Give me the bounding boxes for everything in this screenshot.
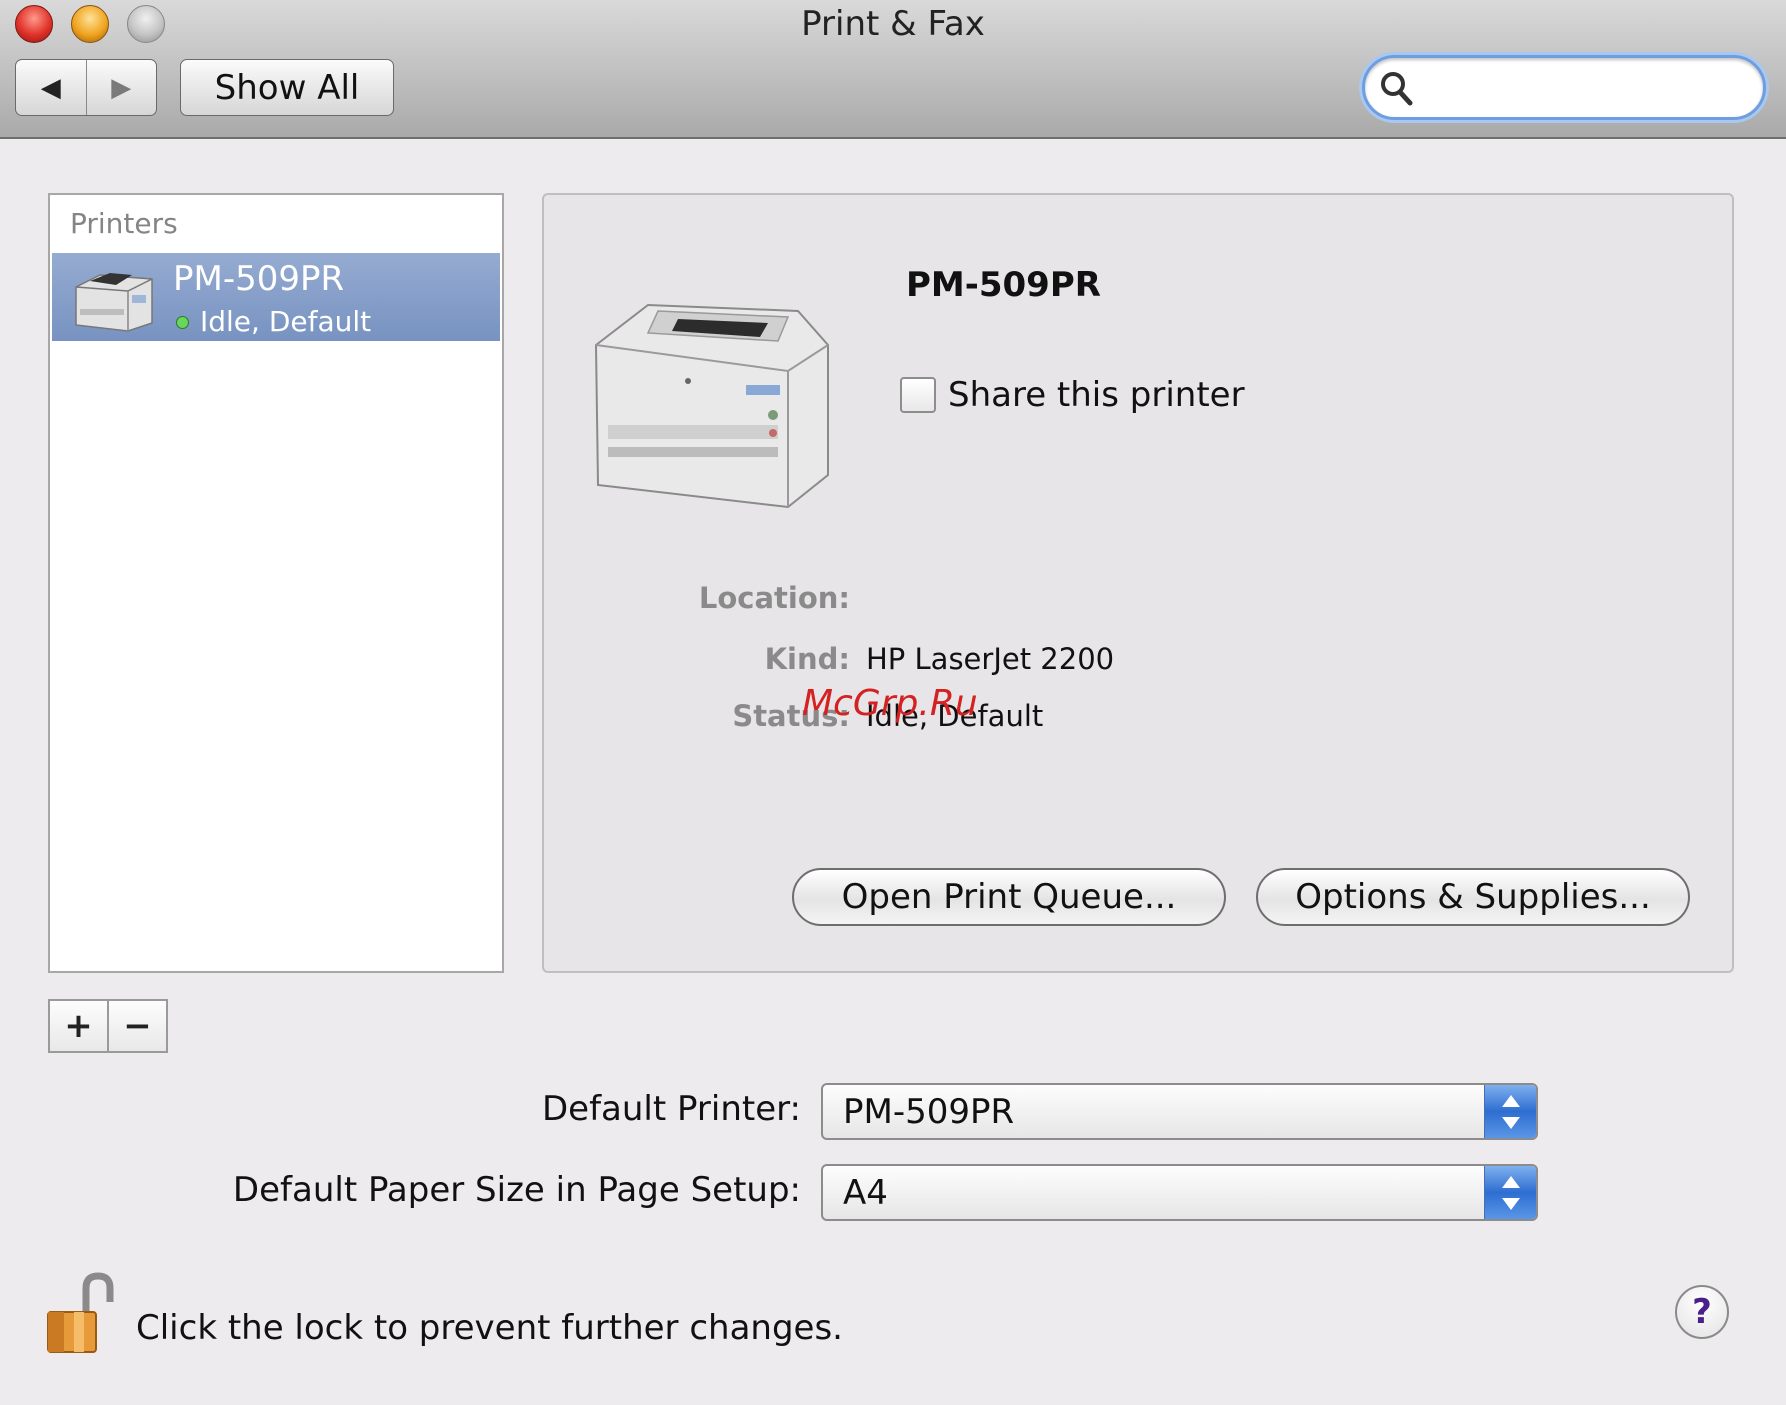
- window-title: Print & Fax: [801, 4, 985, 44]
- back-forward-control: ◀ ▶: [15, 59, 157, 116]
- search-icon: [1381, 72, 1413, 106]
- add-printer-button[interactable]: +: [50, 1001, 107, 1051]
- unlock-icon[interactable]: [44, 1272, 120, 1358]
- printer-status: Idle, Default: [200, 305, 372, 338]
- default-paper-size-label: Default Paper Size in Page Setup:: [232, 1170, 801, 1210]
- forward-arrow-icon[interactable]: ▶: [85, 60, 157, 115]
- search-field[interactable]: [1362, 55, 1766, 120]
- kind-value: HP LaserJet 2200: [866, 642, 1115, 676]
- remove-printer-button[interactable]: −: [107, 1001, 166, 1051]
- share-printer-checkbox[interactable]: [900, 377, 936, 413]
- detail-printer-name: PM-509PR: [906, 265, 1101, 305]
- back-arrow-icon[interactable]: ◀: [16, 60, 86, 115]
- share-printer-row: Share this printer: [900, 375, 1245, 415]
- open-print-queue-button[interactable]: Open Print Queue...: [792, 868, 1226, 926]
- printers-list-header: Printers: [70, 207, 178, 240]
- show-all-button[interactable]: Show All: [180, 59, 394, 116]
- default-printer-value: PM-509PR: [843, 1092, 1015, 1132]
- printer-image-icon: [594, 303, 829, 509]
- default-printer-label: Default Printer:: [541, 1089, 801, 1129]
- printer-icon: [75, 273, 153, 332]
- options-supplies-button[interactable]: Options & Supplies...: [1256, 868, 1690, 926]
- default-printer-popup[interactable]: PM-509PR: [821, 1083, 1538, 1140]
- lock-message: Click the lock to prevent further change…: [136, 1308, 843, 1348]
- help-button[interactable]: ?: [1675, 1285, 1729, 1339]
- add-remove-control: + −: [48, 999, 168, 1053]
- default-paper-size-value: A4: [843, 1173, 888, 1213]
- window-toolbar: Print & Fax ◀ ▶ Show All: [0, 0, 1786, 139]
- watermark-text: McGrp.Ru: [802, 683, 978, 724]
- popup-arrows-icon: [1484, 1085, 1536, 1138]
- kind-label: Kind:: [764, 642, 850, 676]
- share-printer-label: Share this printer: [948, 375, 1245, 415]
- default-paper-size-popup[interactable]: A4: [821, 1164, 1538, 1221]
- location-label: Location:: [698, 581, 850, 615]
- search-input[interactable]: [1423, 68, 1743, 108]
- printers-list: Printers PM-509PR Idle, Default: [48, 193, 504, 973]
- status-indicator-icon: [176, 316, 189, 329]
- printer-name: PM-509PR: [173, 259, 345, 299]
- popup-arrows-icon: [1484, 1166, 1536, 1219]
- printer-detail-panel: PM-509PR Share this printer Location: Ki…: [542, 193, 1734, 973]
- printer-list-item[interactable]: PM-509PR Idle, Default: [52, 253, 500, 341]
